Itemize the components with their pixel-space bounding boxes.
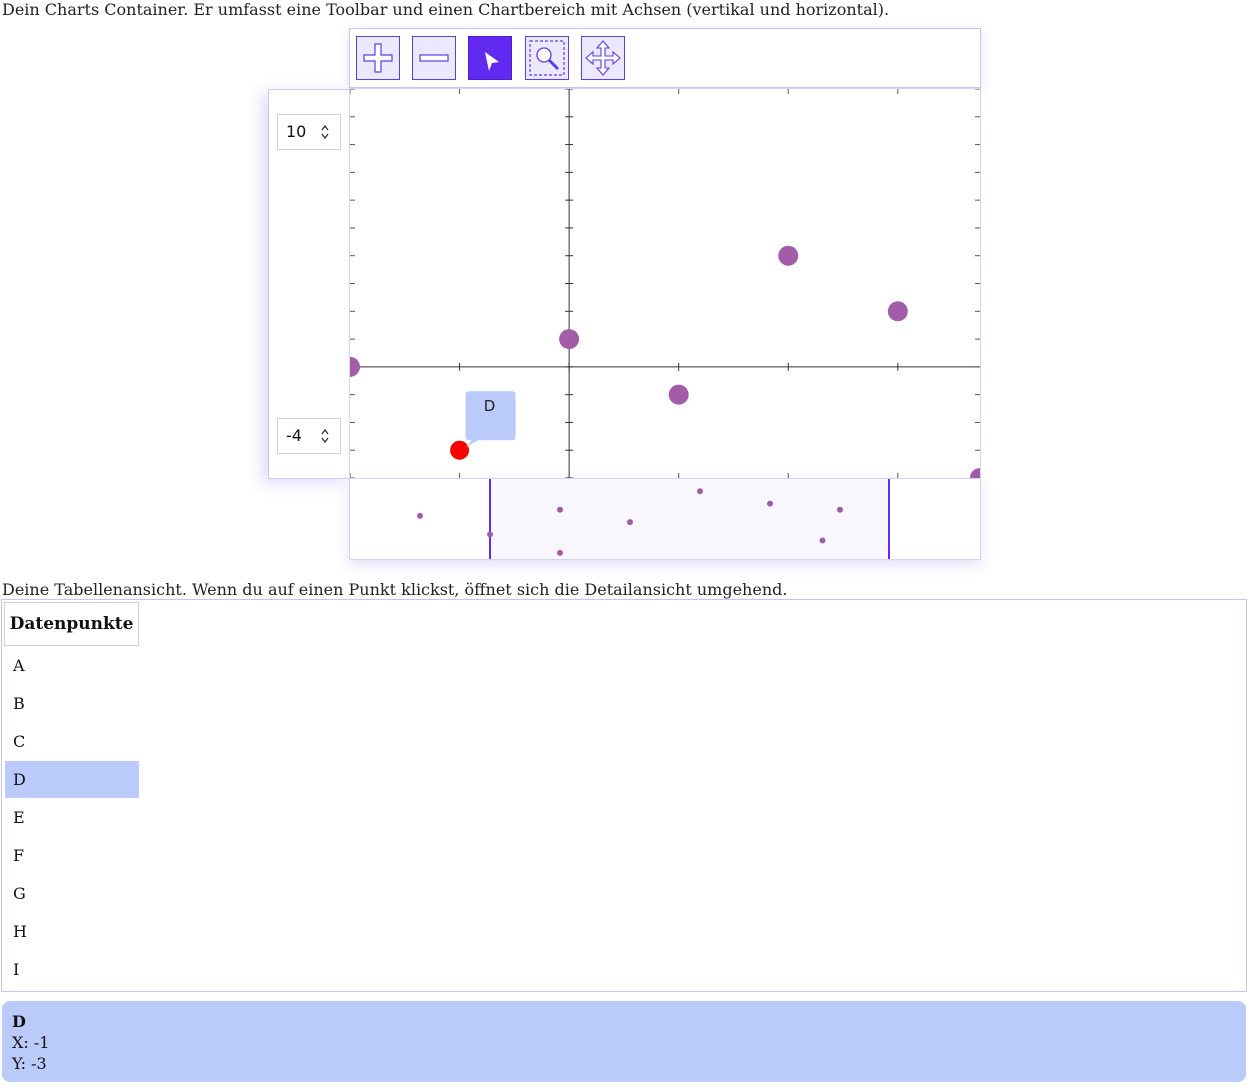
y-min-stepper[interactable]: -4 <box>277 418 341 454</box>
table-row[interactable]: G <box>5 875 139 912</box>
table-row[interactable]: D <box>5 761 139 798</box>
data-point[interactable] <box>887 301 908 322</box>
zoom-box-button[interactable] <box>525 36 569 80</box>
y-max-stepper[interactable]: 10 <box>277 114 341 150</box>
navigator-point <box>627 519 633 526</box>
detail-panel: D X: -1 Y: -3 <box>2 1001 1246 1082</box>
detail-x: X: -1 <box>12 1033 50 1052</box>
table-row[interactable]: B <box>5 685 139 722</box>
table-row[interactable]: H <box>5 913 139 950</box>
detail-name: D <box>12 1012 26 1031</box>
range-navigator[interactable] <box>349 478 981 560</box>
table-header: Datenpunkte <box>4 602 139 646</box>
navigator-point <box>417 512 423 519</box>
table-caption: Deine Tabellenansicht. Wenn du auf einen… <box>2 580 788 599</box>
cursor-arrow-icon <box>485 52 499 71</box>
scatter-plot[interactable]: D <box>350 89 980 478</box>
select-button[interactable] <box>468 36 512 80</box>
data-point[interactable] <box>970 468 980 478</box>
navigator-point <box>819 537 826 544</box>
stepper-arrows-icon[interactable] <box>320 427 330 445</box>
minus-icon <box>419 54 449 62</box>
pan-button[interactable] <box>581 36 625 80</box>
y-range-panel: 10 -4 <box>268 89 350 479</box>
navigator-window[interactable] <box>490 479 889 559</box>
navigator-point <box>557 549 563 556</box>
table-row[interactable]: A <box>5 647 139 684</box>
navigator-point <box>557 506 563 513</box>
detail-y: Y: -3 <box>12 1054 47 1073</box>
chart-caption: Dein Charts Container. Er umfasst eine T… <box>2 0 890 19</box>
y-max-value: 10 <box>286 122 307 141</box>
move-arrows-icon <box>585 40 621 76</box>
data-point[interactable] <box>668 384 689 405</box>
navigator-point <box>487 531 493 538</box>
stepper-arrows-icon[interactable] <box>320 123 330 141</box>
zoom-out-button[interactable] <box>412 36 456 80</box>
navigator-plot[interactable] <box>350 479 980 559</box>
y-min-value: -4 <box>286 426 302 445</box>
data-point[interactable] <box>350 356 360 377</box>
table-row[interactable]: F <box>5 837 139 874</box>
chart-plot-area[interactable]: D <box>349 88 981 479</box>
table-row[interactable]: I <box>5 951 139 988</box>
plus-icon <box>363 43 393 73</box>
data-point[interactable] <box>559 329 580 350</box>
navigator-point <box>697 488 703 495</box>
navigator-point <box>837 506 843 513</box>
data-point[interactable] <box>778 245 799 266</box>
zoom-in-button[interactable] <box>356 36 400 80</box>
table-row[interactable]: E <box>5 799 139 836</box>
table-row[interactable]: C <box>5 723 139 760</box>
tooltip-label: D <box>484 397 496 415</box>
navigator-point <box>767 500 773 507</box>
data-point[interactable] <box>450 440 470 460</box>
chart-toolbar <box>349 28 981 88</box>
data-table: Datenpunkte ABCDEFGHI <box>1 599 1247 992</box>
magnifier-box-icon <box>529 40 565 76</box>
